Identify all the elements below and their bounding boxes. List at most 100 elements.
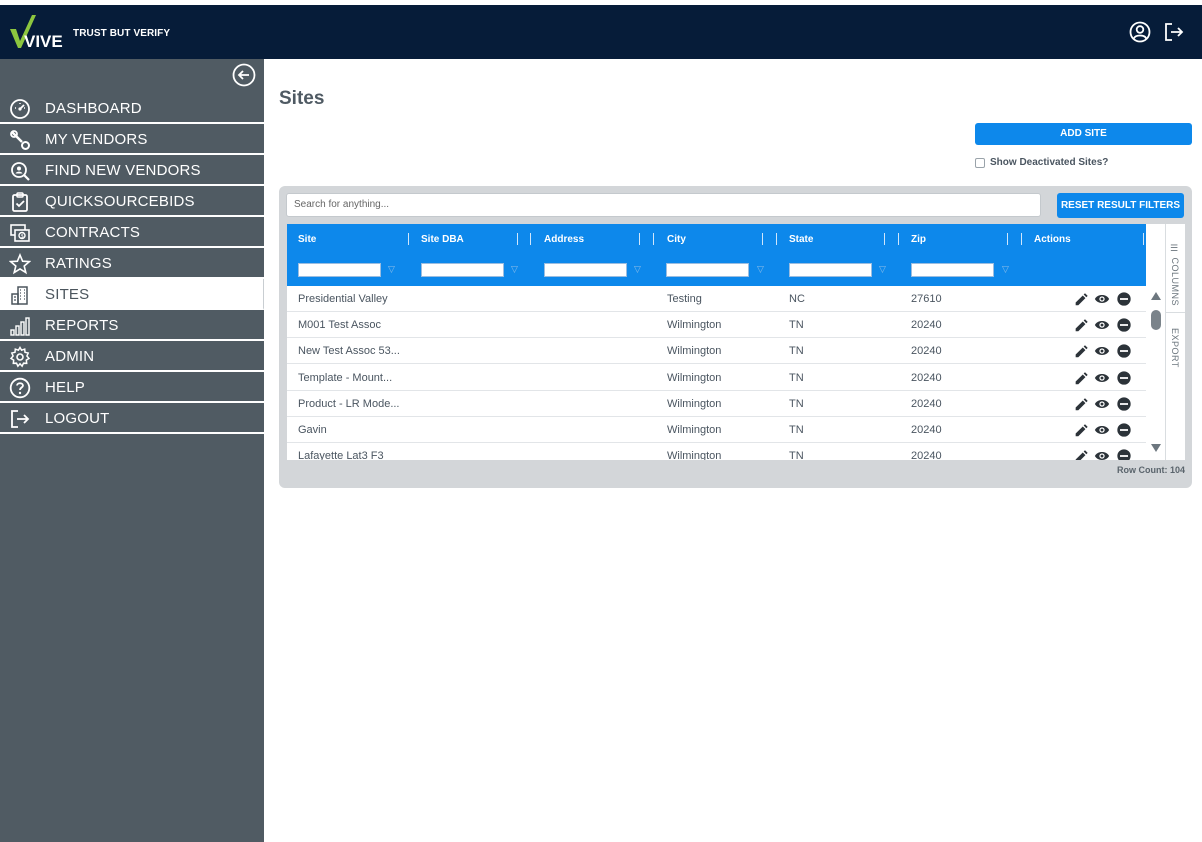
table-row[interactable]: Lafayette Lat3 F3 Wilmington TN 20240 [287, 443, 1146, 460]
table-row[interactable]: Template - Mount... Wilmington TN 20240 [287, 365, 1146, 391]
column-resize-handle[interactable] [408, 233, 409, 245]
columns-tool-tab[interactable]: ☰ COLUMNS [1170, 244, 1180, 306]
table-row[interactable]: New Test Assoc 53... Wilmington TN 20240 [287, 338, 1146, 365]
show-deactivated-toggle[interactable]: Show Deactivated Sites? [975, 157, 1108, 168]
view-eye-icon[interactable] [1094, 343, 1110, 359]
edit-pencil-icon[interactable] [1073, 448, 1089, 460]
column-resize-handle[interactable] [762, 233, 763, 245]
page-title: Sites [279, 88, 325, 109]
cell-site: Product - LR Mode... [298, 397, 400, 410]
search-input[interactable]: Search for anything... [286, 193, 1041, 217]
logout-icon[interactable] [1163, 21, 1185, 43]
sidebar-item-sites[interactable]: SITES [0, 279, 264, 310]
column-header-city[interactable]: City [667, 234, 686, 245]
collapse-sidebar-icon[interactable] [232, 63, 256, 87]
edit-pencil-icon[interactable] [1073, 422, 1089, 438]
column-header-site-dba[interactable]: Site DBA [421, 234, 464, 245]
edit-pencil-icon[interactable] [1073, 343, 1089, 359]
sidebar-item-help[interactable]: HELP [0, 372, 264, 403]
edit-pencil-icon[interactable] [1073, 317, 1089, 333]
deactivate-icon[interactable] [1116, 448, 1132, 460]
column-resize-handle[interactable] [530, 233, 531, 245]
show-deactivated-checkbox[interactable] [975, 157, 985, 168]
view-eye-icon[interactable] [1094, 317, 1110, 333]
sidebar-nav: DASHBOARD MY VENDORS FIND NEW VENDORS QU… [0, 93, 264, 434]
view-eye-icon[interactable] [1094, 396, 1110, 412]
deactivate-icon[interactable] [1116, 317, 1132, 333]
column-resize-handle[interactable] [776, 233, 777, 245]
sidebar-item-reports[interactable]: REPORTS [0, 310, 264, 341]
edit-pencil-icon[interactable] [1073, 396, 1089, 412]
filter-input-city[interactable] [666, 263, 749, 277]
sidebar-item-dashboard[interactable]: DASHBOARD [0, 93, 264, 124]
filter-input-site[interactable] [298, 263, 381, 277]
filter-icon[interactable]: ▽ [511, 264, 518, 275]
filter-icon[interactable]: ▽ [1002, 264, 1009, 275]
filter-input-state[interactable] [789, 263, 872, 277]
table-header: Site Site DBA Address City State Zip Act… [287, 224, 1146, 286]
scroll-down-icon[interactable] [1150, 443, 1162, 453]
view-eye-icon[interactable] [1094, 370, 1110, 386]
table-row[interactable]: Product - LR Mode... Wilmington TN 20240 [287, 391, 1146, 417]
column-header-address[interactable]: Address [544, 234, 584, 245]
filter-icon[interactable]: ▽ [757, 264, 764, 275]
logout-icon [11, 410, 30, 428]
column-header-actions: Actions [1034, 234, 1071, 245]
filter-icon[interactable]: ▽ [388, 264, 395, 275]
column-header-state[interactable]: State [789, 234, 813, 245]
deactivate-icon[interactable] [1116, 370, 1132, 386]
wrench-icon [10, 130, 30, 150]
edit-pencil-icon[interactable] [1073, 291, 1089, 307]
column-resize-handle[interactable] [653, 233, 654, 245]
view-eye-icon[interactable] [1094, 422, 1110, 438]
cell-zip: 20240 [911, 397, 942, 410]
view-eye-icon[interactable] [1094, 291, 1110, 307]
export-tool-tab[interactable]: EXPORT [1170, 328, 1180, 368]
deactivate-icon[interactable] [1116, 396, 1132, 412]
filter-input-zip[interactable] [911, 263, 994, 277]
filter-input-site-dba[interactable] [421, 263, 504, 277]
user-circle-icon[interactable] [1129, 21, 1151, 43]
column-header-site[interactable]: Site [298, 234, 316, 245]
column-resize-handle[interactable] [898, 233, 899, 245]
cell-state: TN [789, 450, 804, 460]
vive-logo[interactable]: VIVE [10, 15, 64, 49]
sidebar-item-label: FIND NEW VENDORS [45, 162, 201, 179]
sites-table: Site Site DBA Address City State Zip Act… [287, 224, 1185, 460]
cell-state: NC [789, 293, 805, 305]
reset-result-filters-button[interactable]: RESET RESULT FILTERS [1057, 193, 1184, 218]
sidebar-item-find-new-vendors[interactable]: FIND NEW VENDORS [0, 155, 264, 186]
sidebar-item-label: SITES [45, 286, 90, 303]
vertical-scrollbar[interactable] [1147, 286, 1164, 460]
table-row[interactable]: Presidential Valley Testing NC 27610 [287, 286, 1146, 312]
sidebar-item-label: CONTRACTS [45, 224, 141, 241]
column-header-zip[interactable]: Zip [911, 234, 926, 245]
table-row[interactable]: M001 Test Assoc Wilmington TN 20240 [287, 312, 1146, 339]
deactivate-icon[interactable] [1116, 422, 1132, 438]
filter-input-address[interactable] [544, 263, 627, 277]
sidebar-item-admin[interactable]: ADMIN [0, 341, 264, 372]
column-resize-handle[interactable] [1143, 233, 1144, 245]
sidebar: DASHBOARD MY VENDORS FIND NEW VENDORS QU… [0, 59, 264, 842]
deactivate-icon[interactable] [1116, 291, 1132, 307]
column-resize-handle[interactable] [639, 233, 640, 245]
sidebar-item-ratings[interactable]: RATINGS [0, 248, 264, 279]
sidebar-item-my-vendors[interactable]: MY VENDORS [0, 124, 264, 155]
view-eye-icon[interactable] [1094, 448, 1110, 460]
deactivate-icon[interactable] [1116, 343, 1132, 359]
add-site-button[interactable]: ADD SITE [975, 123, 1192, 145]
column-resize-handle[interactable] [517, 233, 518, 245]
sidebar-item-quicksourcebids[interactable]: QUICKSOURCEBIDS [0, 186, 264, 217]
sidebar-item-contracts[interactable]: $ CONTRACTS [0, 217, 264, 248]
column-resize-handle[interactable] [1007, 233, 1008, 245]
filter-icon[interactable]: ▽ [879, 264, 886, 275]
column-resize-handle[interactable] [1021, 233, 1022, 245]
sidebar-item-logout[interactable]: LOGOUT [0, 403, 264, 434]
sidebar-item-label: QUICKSOURCEBIDS [45, 193, 195, 210]
filter-icon[interactable]: ▽ [634, 264, 641, 275]
column-resize-handle[interactable] [884, 233, 885, 245]
edit-pencil-icon[interactable] [1073, 370, 1089, 386]
table-row[interactable]: Gavin Wilmington TN 20240 [287, 417, 1146, 443]
scroll-up-icon[interactable] [1150, 291, 1162, 301]
scroll-thumb[interactable] [1151, 310, 1161, 330]
